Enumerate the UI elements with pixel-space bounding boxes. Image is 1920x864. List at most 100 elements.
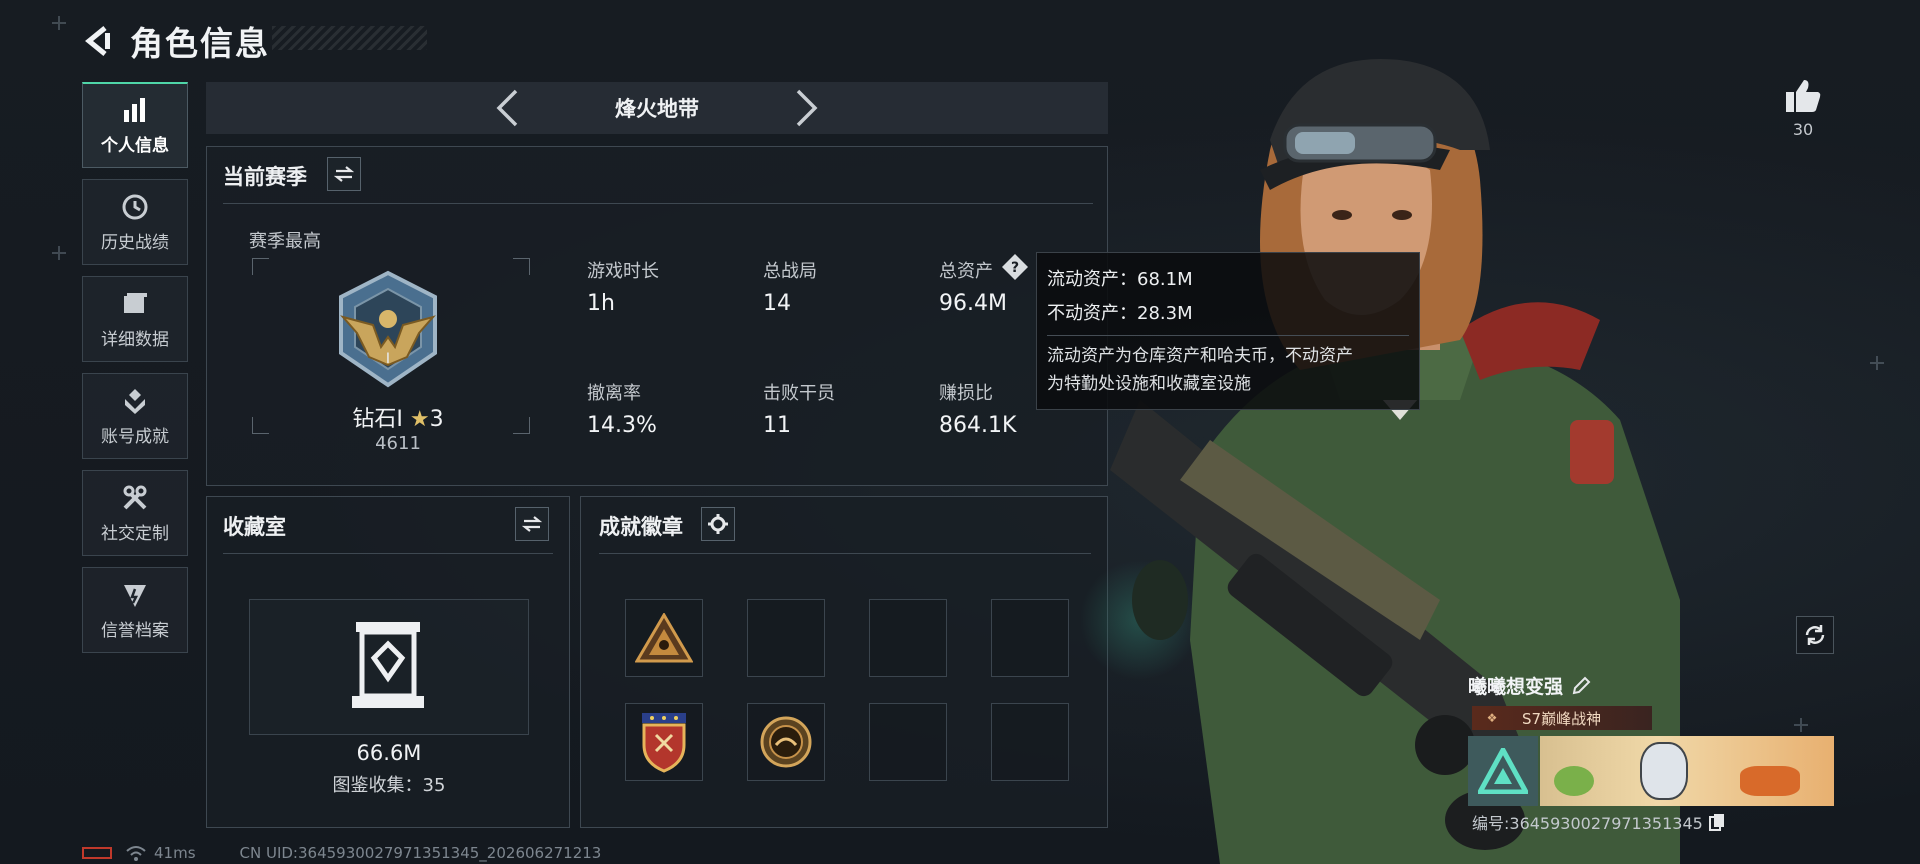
uid-text: CN UID:3645930027971351345_202606271213 (239, 844, 602, 862)
back-button[interactable] (80, 23, 116, 59)
divider (223, 203, 1093, 204)
stat-label: 游戏时长 (587, 261, 659, 282)
rank-name-row: 钻石Ⅰ ★3 (337, 401, 459, 433)
sidebar-item-label: 信誉档案 (101, 620, 169, 641)
sidebar-item-achievements[interactable]: 账号成就 (82, 373, 188, 459)
rank-score: 4611 (375, 433, 421, 454)
swap-icon (522, 516, 542, 532)
refresh-icon (1805, 625, 1825, 645)
header-hatch-decor (272, 26, 427, 50)
player-banner[interactable] (1540, 736, 1834, 806)
gear-icon (708, 514, 728, 534)
swap-icon (334, 166, 354, 182)
like-button[interactable]: 30 (1780, 78, 1826, 139)
stat-value: 11 (763, 413, 791, 438)
stat-value: 14 (763, 291, 791, 316)
ping-value: 41ms (154, 844, 196, 862)
sidebar-item-detail-data[interactable]: 详细数据 (82, 276, 188, 362)
stat-value: 1h (587, 291, 615, 316)
stat-label: 赚损比 (939, 383, 993, 404)
season-panel: 当前赛季 赛季最高 I 钻石Ⅰ ★3 4611 游戏时长 1h 总战局 14 总… (206, 146, 1108, 486)
sidebar-item-label: 账号成就 (101, 426, 169, 447)
mode-name: 烽火地带 (615, 97, 699, 121)
divider (599, 553, 1091, 554)
back-arrow-icon (85, 26, 110, 56)
chevron-left-icon (496, 89, 518, 127)
badge-slot-empty[interactable] (991, 599, 1069, 677)
like-count: 30 (1792, 120, 1814, 139)
sidebar-item-label: 历史战绩 (101, 232, 169, 253)
title-emblem-icon: ❖ (1486, 711, 1498, 725)
badge-slot[interactable] (625, 703, 703, 781)
achievement-icon (120, 386, 150, 416)
player-avatar[interactable] (1468, 736, 1538, 806)
tools-icon (120, 483, 150, 513)
copy-icon[interactable] (1708, 813, 1725, 831)
rank-name: 钻石Ⅰ (352, 407, 403, 432)
decor-cross (1870, 356, 1884, 370)
fixed-assets: 不动资产：28.3M (1047, 303, 1193, 324)
decor-cross (52, 246, 66, 260)
badge-slot-empty[interactable] (869, 703, 947, 781)
season-title: 当前赛季 (223, 165, 307, 189)
player-name: 曦曦想变强 (1468, 676, 1564, 698)
shield-badge-icon (642, 713, 686, 773)
page-header: 角色信息 (80, 16, 270, 66)
rank-stars: 3 (429, 407, 444, 432)
sidebar-item-credit-file[interactable]: 信誉档案 (82, 567, 188, 653)
coin-badge-icon (760, 716, 812, 768)
battery-icon (82, 847, 112, 859)
svg-text:I: I (386, 351, 390, 367)
season-switch-button[interactable] (327, 157, 361, 191)
badge-slot-empty[interactable] (869, 599, 947, 677)
stat-value: 864.1K (939, 413, 1017, 438)
player-name-row: 曦曦想变强 (1468, 672, 1838, 699)
svg-text:?: ? (1011, 260, 1019, 276)
liquid-assets: 流动资产：68.1M (1047, 269, 1193, 290)
badges-panel: 成就徽章 (580, 496, 1108, 828)
mode-selector: 烽火地带 (206, 82, 1108, 134)
badge-slot-empty[interactable] (991, 703, 1069, 781)
triangle-logo-icon (1478, 748, 1528, 794)
mode-next-button[interactable] (787, 85, 827, 131)
question-icon: ? (1002, 254, 1028, 280)
badges-settings-button[interactable] (701, 507, 735, 541)
total-assets-help-button[interactable]: ? (1001, 253, 1029, 281)
collection-panel[interactable]: 收藏室 66.6M 图鉴收集：35 (206, 496, 570, 828)
player-id: 编号:3645930027971351345 (1472, 814, 1703, 833)
edit-pencil-icon[interactable] (1571, 676, 1591, 696)
thumbs-up-icon (1786, 80, 1821, 112)
page-title: 角色信息 (130, 24, 270, 63)
stat-label: 总战局 (763, 261, 817, 282)
credit-icon (120, 580, 150, 610)
badge-slot[interactable] (625, 599, 703, 677)
mode-prev-button[interactable] (487, 85, 527, 131)
collection-count: 图鉴收集：35 (332, 775, 446, 796)
badges-title: 成就徽章 (599, 515, 683, 539)
player-title: S7巅峰战神 (1522, 709, 1602, 728)
sidebar-item-social-custom[interactable]: 社交定制 (82, 470, 188, 556)
sidebar-item-label: 个人信息 (101, 136, 169, 156)
player-card: 曦曦想变强 ❖ S7巅峰战神 编号:3645930027971351345 (1468, 672, 1838, 834)
badge-slot-empty[interactable] (747, 599, 825, 677)
rank-emblem-icon: I (339, 270, 437, 388)
bar-chart-icon (120, 95, 150, 125)
stat-label: 撤离率 (587, 383, 641, 404)
sidebar-item-personal-info[interactable]: 个人信息 (82, 82, 188, 168)
collection-switch-button[interactable] (515, 507, 549, 541)
sidebar-item-history[interactable]: 历史战绩 (82, 179, 188, 265)
stat-label: 击败干员 (763, 383, 835, 404)
sidebar-item-label: 详细数据 (101, 329, 169, 350)
player-id-row: 编号:3645930027971351345 (1472, 810, 1725, 834)
tooltip-desc-line: 为特勤处设施和收藏室设施 (1047, 374, 1251, 394)
stat-value: 96.4M (939, 291, 1007, 316)
badge-slot[interactable] (747, 703, 825, 781)
stat-value: 14.3% (587, 413, 657, 438)
season-best-label: 赛季最高 (249, 231, 321, 252)
history-clock-icon (120, 192, 150, 222)
wifi-icon (126, 846, 146, 861)
triangle-badge-icon (635, 613, 693, 663)
divider (223, 553, 553, 554)
divider (1047, 335, 1409, 336)
refresh-button[interactable] (1796, 616, 1834, 654)
